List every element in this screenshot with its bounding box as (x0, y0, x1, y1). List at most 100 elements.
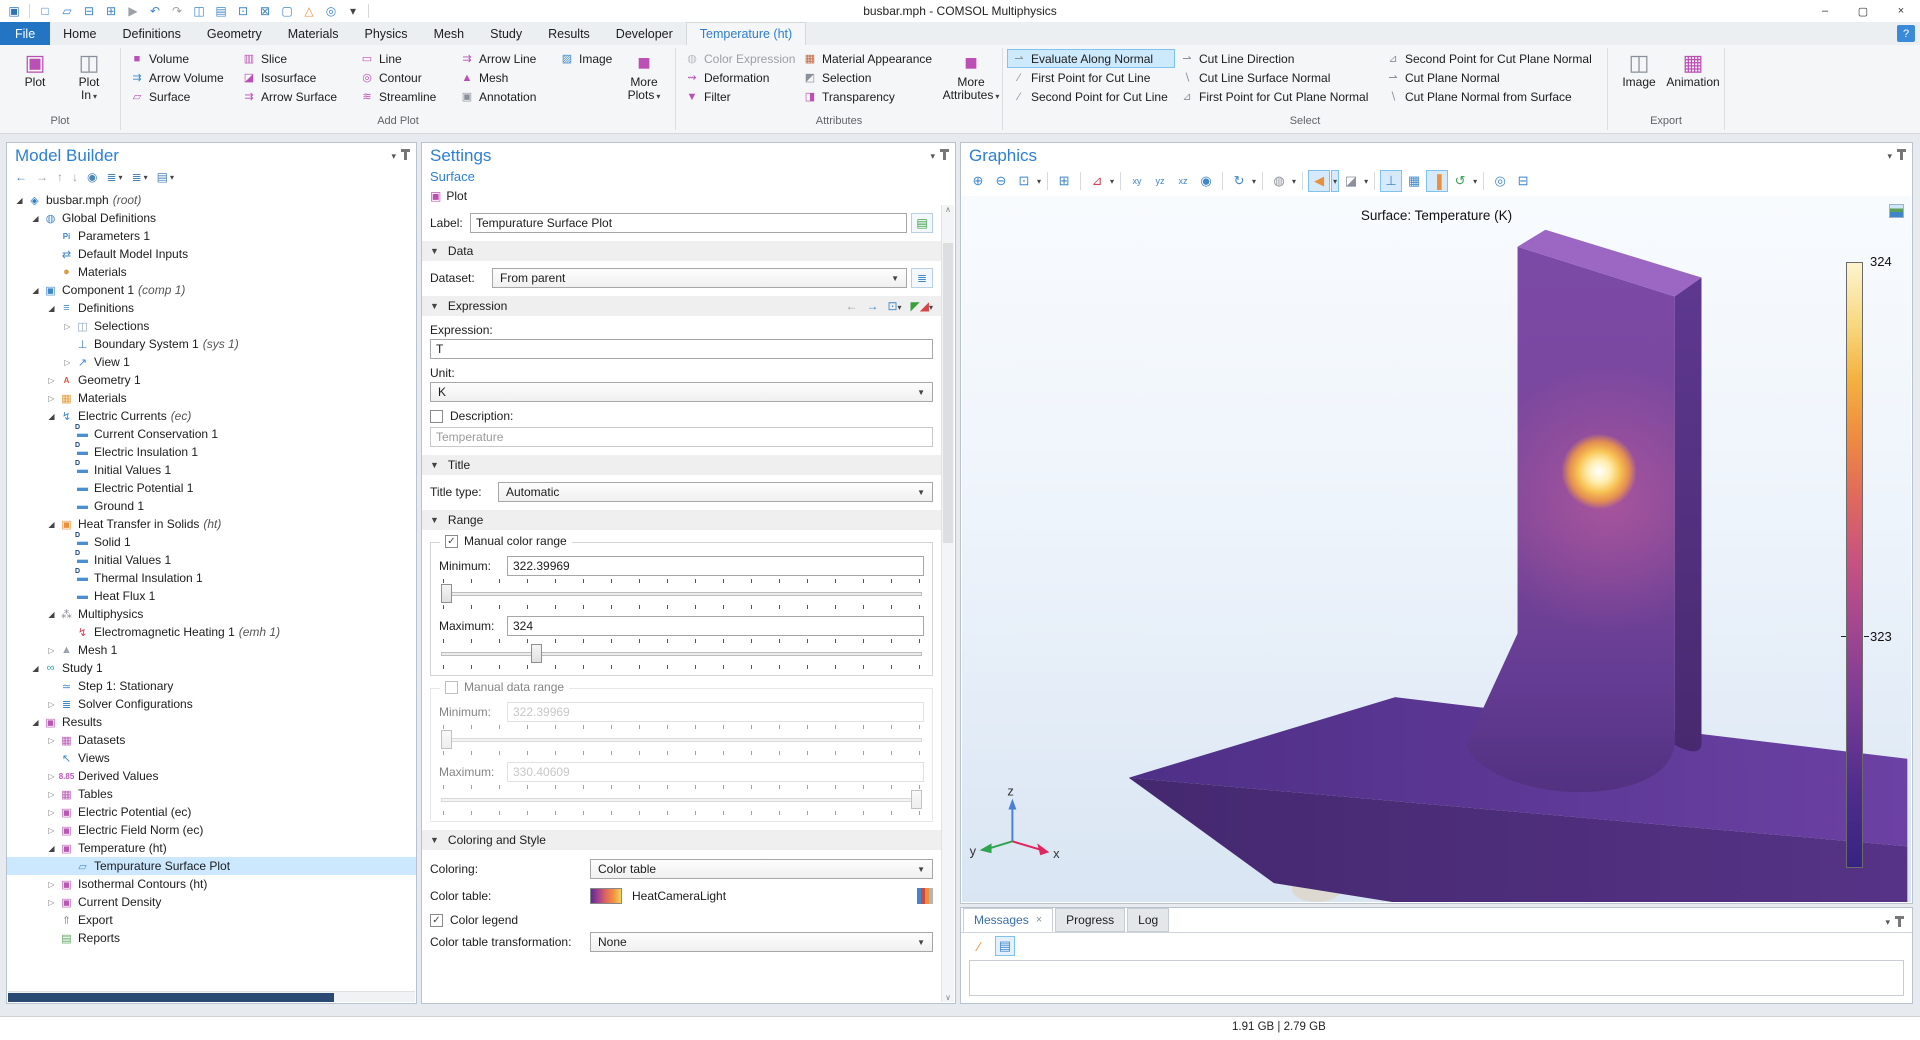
expander-icon[interactable]: ▷ (45, 394, 58, 403)
annotation-button[interactable]: ▣Annotation (455, 87, 555, 106)
zoom-box-icon[interactable]: ⊡ (1013, 170, 1035, 192)
help-button[interactable]: ? (1897, 25, 1915, 42)
color-max-input[interactable]: 324 (507, 616, 924, 636)
tree-item-derived-values[interactable]: ▷8.85Derived Values (7, 767, 416, 785)
slice-button[interactable]: ▥Slice (237, 49, 355, 68)
expander-icon[interactable]: ◢ (29, 214, 42, 223)
expander-icon[interactable]: ▷ (45, 808, 58, 817)
view-xy-icon[interactable]: xy (1126, 170, 1148, 192)
camera-view-icon[interactable]: ◉ (1195, 170, 1217, 192)
section-title[interactable]: ▼ Title (422, 455, 941, 475)
tree-item-heat-transfer-in-solids[interactable]: ◢▣Heat Transfer in Solids(ht) (7, 515, 416, 533)
next-expression-icon[interactable]: → (866, 299, 878, 313)
tree-item-ground-1[interactable]: ▬Ground 1 (7, 497, 416, 515)
zoom-box-icon-caret[interactable]: ▾ (1036, 177, 1042, 186)
expander-icon[interactable]: ◢ (45, 610, 58, 619)
run-icon[interactable]: ▶ (123, 2, 143, 20)
tab-geometry[interactable]: Geometry (194, 22, 275, 45)
first-point-for-cut-plane-normal-button[interactable]: ⊿First Point for Cut Plane Normal (1175, 87, 1381, 106)
tree-item-parameters-1[interactable]: PiParameters 1 (7, 227, 416, 245)
tree-item-views[interactable]: ↖Views (7, 749, 416, 767)
select-mode-icon[interactable]: ◀ (1308, 170, 1330, 192)
cut-plane-normal-button[interactable]: ⇀Cut Plane Normal (1381, 68, 1603, 87)
plot-button[interactable]: ▣ Plot (422, 186, 512, 206)
arrow-volume-button[interactable]: ⇉Arrow Volume (125, 68, 237, 87)
color-expression-button[interactable]: ◍Color Expression (680, 49, 798, 68)
animation-button[interactable]: ▦Animation (1666, 47, 1720, 89)
expander-icon[interactable]: ▷ (45, 790, 58, 799)
horizontal-scrollbar[interactable] (8, 991, 415, 1002)
redo-icon[interactable]: ↷ (167, 2, 187, 20)
volume-button[interactable]: ■Volume (125, 49, 237, 68)
expand-icon[interactable]: ≣▾ (132, 170, 148, 184)
tab-home[interactable]: Home (50, 22, 109, 45)
tree-item-isothermal-contours-ht[interactable]: ▷▣Isothermal Contours (ht) (7, 875, 416, 893)
tree-item-view-1[interactable]: ▷↗View 1 (7, 353, 416, 371)
filter-button[interactable]: ▼Filter (680, 87, 798, 106)
first-point-for-cut-line-button[interactable]: ∕First Point for Cut Line (1007, 68, 1175, 87)
copy-icon[interactable]: ◫ (189, 2, 209, 20)
tree-item-datasets[interactable]: ▷▦Datasets (7, 731, 416, 749)
paste-icon[interactable]: ▤ (211, 2, 231, 20)
section-data[interactable]: ▼ Data (422, 241, 941, 261)
restore-button[interactable]: ▢ (1844, 0, 1882, 22)
tree-item-electromagnetic-heating-1[interactable]: ↯Electromagnetic Heating 1(emh 1) (7, 623, 416, 641)
tree-item-heat-flux-1[interactable]: ▬Heat Flux 1 (7, 587, 416, 605)
expander-icon[interactable]: ▷ (61, 358, 74, 367)
scrollbar-thumb[interactable] (943, 243, 953, 543)
panel-menu-caret-icon[interactable]: ▾ (930, 151, 935, 162)
expander-icon[interactable]: ◢ (45, 844, 58, 853)
tree-item-initial-values-1[interactable]: ▬DInitial Values 1 (7, 551, 416, 569)
rename-button[interactable]: ▤ (911, 213, 933, 233)
minimize-button[interactable]: – (1806, 0, 1844, 22)
table-messages-icon[interactable]: ▤ (995, 936, 1015, 956)
tree-item-mesh-1[interactable]: ▷▲Mesh 1 (7, 641, 416, 659)
tree-item-temperature-ht[interactable]: ◢▣Temperature (ht) (7, 839, 416, 857)
default-view-icon[interactable]: ⊿ (1086, 170, 1108, 192)
expander-icon[interactable]: ▷ (61, 322, 74, 331)
move-down-icon[interactable]: ↓ (72, 170, 78, 184)
save-as-icon[interactable]: ⊞ (101, 2, 121, 20)
section-expression[interactable]: ▼ Expression ← → ⊡▾ ◤◢▾ (422, 296, 941, 316)
tree-item-tempurature-surface-plot[interactable]: ▱Tempurature Surface Plot (7, 857, 416, 875)
tree-item-electric-currents[interactable]: ◢↯Electric Currents(ec) (7, 407, 416, 425)
pin-icon[interactable] (943, 152, 946, 160)
expander-icon[interactable]: ◢ (13, 196, 26, 205)
label-input[interactable]: Tempurature Surface Plot (470, 213, 907, 233)
cut-line-surface-normal-button[interactable]: ∖Cut Line Surface Normal (1175, 68, 1381, 87)
back-icon[interactable]: ← (15, 170, 27, 184)
tree-item-global-definitions[interactable]: ◢◍Global Definitions (7, 209, 416, 227)
coloring-select[interactable]: Color table▼ (590, 859, 933, 879)
expression-input[interactable]: T (430, 339, 933, 359)
save-icon[interactable]: ⊟ (79, 2, 99, 20)
manual-color-range-checkbox[interactable]: ✓ (445, 535, 458, 548)
app-icon[interactable]: ▣ (4, 2, 24, 20)
mesh-button[interactable]: ▲Mesh (455, 68, 555, 87)
delete-icon[interactable]: ⊠ (255, 2, 275, 20)
surface-button[interactable]: ▱Surface (125, 87, 237, 106)
tab-progress[interactable]: Progress (1055, 908, 1125, 932)
tree-item-thermal-insulation-1[interactable]: ▬DThermal Insulation 1 (7, 569, 416, 587)
more-plots-button[interactable]: ■MorePlots▾ (617, 47, 671, 103)
undo-icon[interactable]: ↶ (145, 2, 165, 20)
view-yz-icon[interactable]: yz (1149, 170, 1171, 192)
legend-toggle-icon[interactable]: ▐ (1426, 170, 1448, 192)
rotate-view-icon[interactable]: ↻ (1228, 170, 1250, 192)
tree-item-materials[interactable]: ●Materials (7, 263, 416, 281)
tree-item-multiphysics[interactable]: ◢⁂Multiphysics (7, 605, 416, 623)
expander-icon[interactable]: ▷ (45, 898, 58, 907)
expander-icon[interactable]: ▷ (45, 736, 58, 745)
tree-item-geometry-1[interactable]: ▷AGeometry 1 (7, 371, 416, 389)
color-table-swatch[interactable] (590, 888, 622, 904)
pin-icon[interactable] (404, 152, 407, 160)
duplicate-icon[interactable]: ⊡ (233, 2, 253, 20)
unit-select[interactable]: K▼ (430, 382, 933, 402)
expander-icon[interactable]: ◢ (29, 718, 42, 727)
expander-icon[interactable]: ◢ (29, 664, 42, 673)
update-plot-icon[interactable]: ↺ (1449, 170, 1471, 192)
unit-system-icon[interactable]: ◤◢▾ (911, 299, 933, 313)
expander-icon[interactable]: ▷ (45, 700, 58, 709)
tab-results[interactable]: Results (535, 22, 603, 45)
tab-messages[interactable]: Messages× (963, 908, 1053, 932)
tree-item-definitions[interactable]: ◢≡Definitions (7, 299, 416, 317)
